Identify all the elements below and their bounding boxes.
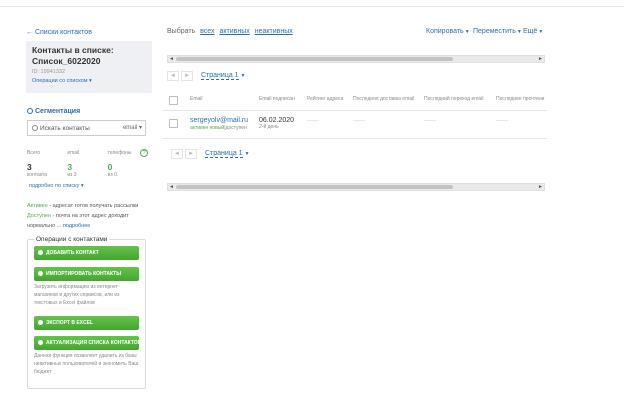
stats-phones-sub: из 0 [107, 172, 117, 178]
import-note: Загрузить информацию из интернет-магазин… [34, 284, 120, 306]
chevron-down-icon: ▼ [244, 151, 250, 157]
filter-label: Выбрать [167, 28, 196, 35]
list-operations-menu[interactable]: Операции со списком ▾ [32, 78, 146, 84]
operations-title: Операции с контактами [34, 236, 110, 243]
column-header-rating[interactable]: Рейтинг адреса [307, 96, 343, 102]
search-field-select[interactable]: email ▾ [123, 124, 142, 131]
scrollbar-thumb[interactable] [176, 185, 453, 189]
gears-icon [38, 340, 43, 345]
actualize-note: Данная функция позволяет удалить из базы… [34, 353, 139, 375]
copy-menu[interactable]: Копировать▼ [426, 28, 470, 35]
contact-stats: Всего email телефоны ? 3 контакта 3 из 3 0… [27, 149, 148, 178]
status-legend: Активен - адресат готов получать рассылк… [27, 201, 153, 231]
scroll-left-icon[interactable]: ◄ [169, 184, 174, 190]
last-read-empty: —— [496, 118, 508, 124]
chevron-down-icon: ▼ [240, 73, 246, 79]
subscribed-date: 06.02.2020 [259, 117, 295, 124]
next-page-button[interactable]: ► [185, 149, 197, 159]
table-row: sergeyolv@mail.ru активен новый|доступен [190, 117, 249, 131]
stats-total-sub: контакта [27, 172, 48, 178]
column-header-email[interactable]: Email [190, 96, 203, 102]
prev-page-button[interactable]: ◄ [171, 149, 183, 159]
segmentation-link[interactable]: Сегментация [27, 108, 80, 115]
plus-circle-icon [38, 250, 43, 255]
list-details-link[interactable]: подробно по списку ▾ [29, 183, 84, 189]
rating-empty: —— [307, 118, 319, 124]
legend-available-desc: - почта на этот адрес доходит [51, 213, 129, 219]
page-select-top[interactable]: Страница 1 [201, 72, 239, 80]
table-header-divider [163, 110, 547, 111]
chevron-down-icon: ▼ [516, 29, 522, 35]
contact-operations-panel: Операции с контактами ДОБАВИТЬ КОНТАКТ И… [27, 236, 146, 389]
actualize-list-button[interactable]: АКТУАЛИЗАЦИЯ СПИСКА КОНТАКТОВ [34, 336, 141, 350]
stats-phones-value: 0 [107, 162, 113, 172]
scroll-right-icon[interactable]: ► [538, 184, 543, 190]
download-icon [38, 320, 43, 325]
status-available-badge: доступен [225, 125, 247, 131]
chevron-down-icon: ▾ [89, 78, 92, 84]
row-checkbox[interactable] [169, 119, 178, 128]
chevron-down-icon: ▼ [538, 29, 544, 35]
subscribed-days: 2-й день [259, 124, 279, 130]
table-row-divider [163, 138, 547, 139]
last-click-empty: —— [424, 118, 436, 124]
legend-normal-text: нормально ... [27, 223, 63, 229]
legend-active-word: Активен [27, 203, 48, 209]
scroll-left-icon[interactable]: ◄ [169, 56, 174, 62]
more-menu[interactable]: Ещё▼ [523, 28, 543, 35]
subscribed-date-cell: 06.02.2020 2-й день [259, 117, 294, 130]
legend-available-word: Доступен [27, 213, 52, 219]
selection-filter: Выбрать всех активных неактивных [167, 28, 293, 35]
scrollbar-thumb[interactable] [176, 57, 453, 61]
column-header-last-click[interactable]: Последний переход email [424, 96, 483, 102]
back-to-lists-link[interactable]: ← Списки контактов [26, 29, 92, 36]
search-icon [27, 108, 33, 114]
export-excel-button[interactable]: ЭКСПОРТ В EXCEL [34, 316, 139, 330]
segmentation-label: Сегментация [35, 108, 81, 115]
column-header-last-read[interactable]: Последнее прочтени [496, 96, 546, 102]
filter-all-link[interactable]: всех [200, 28, 214, 35]
stats-email-value: 3 [67, 162, 73, 172]
column-header-subscribed[interactable]: Email подписан [259, 96, 295, 102]
download-icon [38, 271, 43, 276]
list-operations-label: Операции со списком [32, 78, 88, 84]
legend-active-desc: - адресат готов получать рассылки [47, 203, 139, 209]
legend-details-link[interactable]: подробнее [63, 223, 91, 229]
stats-email-sub: из 3 [67, 172, 77, 178]
move-menu[interactable]: Переместить▼ [473, 28, 522, 35]
search-icon [32, 125, 38, 131]
prev-page-button[interactable]: ◄ [167, 71, 179, 81]
filter-inactive-link[interactable]: неактивных [255, 28, 293, 35]
column-header-last-delivery[interactable]: Последняя доставка email [353, 96, 414, 102]
list-id: ID: 19941332 [32, 69, 66, 75]
status-active-badge: активен [190, 125, 209, 131]
top-divider [0, 6, 624, 7]
horizontal-scrollbar-bottom[interactable]: ◄ ► [167, 183, 545, 191]
scroll-right-icon[interactable]: ► [538, 56, 543, 62]
filter-active-link[interactable]: активных [220, 28, 250, 35]
last-delivery-empty: —— [353, 118, 365, 124]
stats-total-value: 3 [27, 162, 32, 172]
list-info-card: Контакты в списке: Список_6022020 ID: 19… [26, 41, 152, 93]
select-all-checkbox[interactable] [169, 96, 178, 105]
list-title-line2: Список_6022020 [32, 56, 101, 66]
page-select-bottom[interactable]: Страница 1 [205, 150, 243, 158]
chevron-down-icon: ▾ [80, 183, 84, 189]
horizontal-scrollbar-top[interactable]: ◄ ► [167, 55, 545, 63]
next-page-button[interactable]: ► [181, 71, 193, 81]
status-new-badge: новый [209, 125, 225, 131]
chevron-down-icon: ▼ [464, 29, 470, 35]
import-contacts-button[interactable]: ИМПОРТИРОВАТЬ КОНТАКТЫ [34, 267, 139, 281]
contact-email-link[interactable]: sergeyolv@mail.ru [190, 117, 248, 124]
pager-bottom: ◄ ► Страница 1 ▼ [171, 149, 249, 159]
list-title-line1: Контакты в списке: [32, 45, 114, 55]
pager-top: ◄ ► Страница 1 ▼ [167, 71, 245, 81]
contact-search-box: email ▾ [27, 120, 146, 136]
add-contact-button[interactable]: ДОБАВИТЬ КОНТАКТ [34, 246, 139, 260]
search-input[interactable] [40, 123, 110, 134]
